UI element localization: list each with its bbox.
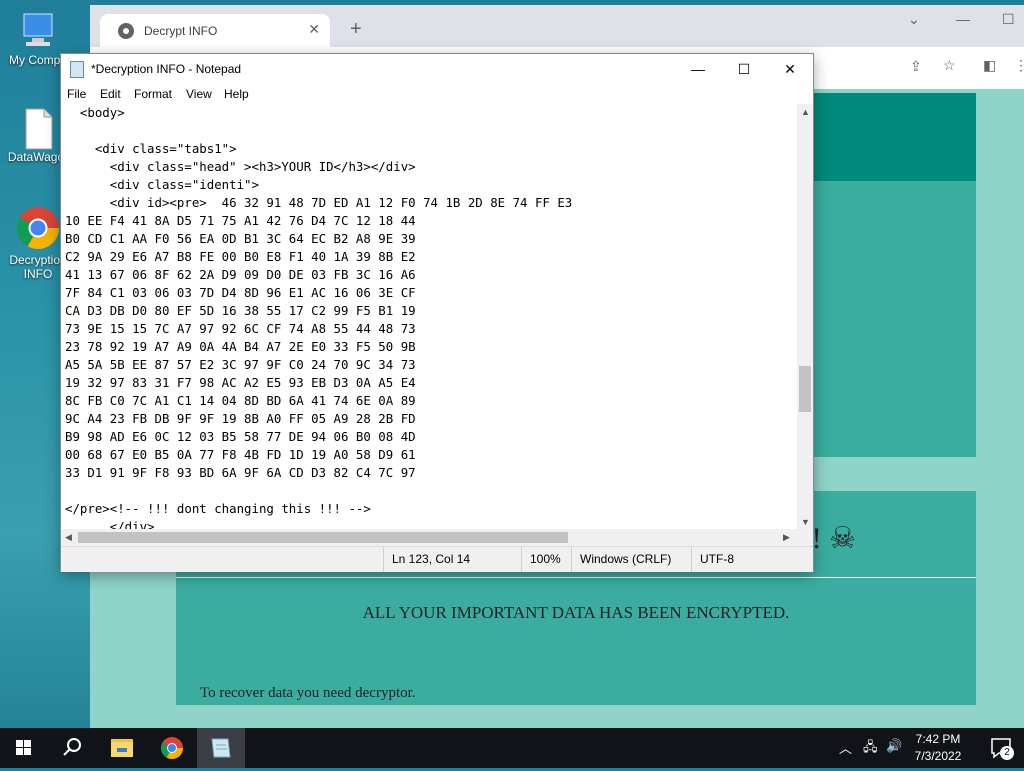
vertical-scrollbar[interactable]: ▲ ▼ (797, 104, 813, 529)
menu-bar: File Edit Format View Help (61, 84, 813, 104)
share-icon[interactable]: ⇪ (910, 58, 922, 75)
start-icon (16, 740, 31, 755)
status-position: Ln 123, Col 14 (383, 547, 522, 572)
file-explorer-icon (111, 739, 133, 757)
status-bar: Ln 123, Col 14 100% Windows (CRLF) UTF-8 (61, 546, 813, 572)
new-tab-icon[interactable]: + (350, 18, 362, 41)
desktop-icon-label: Decryption INFO (9, 253, 67, 281)
tab-title: Decrypt INFO (144, 24, 218, 38)
menu-edit[interactable]: Edit (100, 87, 121, 101)
text-editor[interactable]: <body> <div class="tabs1"> <div class="h… (61, 104, 797, 529)
favicon-icon (118, 23, 134, 39)
tab-search-icon[interactable]: ⌄ (908, 11, 920, 28)
maximize-button[interactable]: ☐ (721, 54, 767, 84)
search-icon (63, 738, 81, 756)
minimize-button[interactable]: — (675, 54, 721, 84)
editor-content[interactable]: <body> <div class="tabs1"> <div class="h… (61, 104, 797, 529)
clock-time: 7:42 PM (915, 732, 961, 746)
file-explorer-button[interactable] (98, 728, 146, 768)
status-zoom: 100% (521, 547, 572, 572)
menu-format[interactable]: Format (134, 87, 172, 101)
divider (176, 577, 976, 578)
notification-badge: 2 (1000, 746, 1014, 760)
clock[interactable]: 7:42 PM 7/3/2022 (900, 731, 976, 765)
notepad-titlebar[interactable]: *Decryption INFO - Notepad — ☐ ✕ (61, 54, 813, 84)
menu-file[interactable]: File (67, 87, 86, 101)
menu-view[interactable]: View (186, 87, 212, 101)
network-icon[interactable]: 🖧 (863, 738, 878, 760)
system-tray: ︿ 🖧 🔊 (836, 728, 902, 768)
chrome-button[interactable] (148, 728, 196, 768)
close-button[interactable]: ✕ (767, 54, 813, 84)
notepad-icon (211, 738, 231, 758)
status-encoding: UTF-8 (691, 547, 800, 572)
tray-overflow-icon[interactable]: ︿ (839, 738, 852, 757)
horizontal-scrollbar[interactable]: ◀ ▶ (61, 529, 797, 546)
taskbar: ︿ 🖧 🔊 7:42 PM 7/3/2022 2 (0, 728, 1024, 768)
maximize-icon[interactable]: ☐ (1002, 11, 1015, 28)
computer-icon (18, 10, 58, 50)
recover-text-cutoff (200, 703, 450, 709)
notepad-window: *Decryption INFO - Notepad — ☐ ✕ File Ed… (60, 53, 814, 572)
close-tab-icon[interactable]: ✕ (308, 21, 320, 38)
start-button[interactable] (0, 728, 48, 768)
horizontal-scroll-thumb[interactable] (78, 532, 568, 543)
status-line-ending: Windows (CRLF) (571, 547, 692, 572)
search-button[interactable] (48, 728, 96, 768)
chrome-icon (16, 206, 60, 250)
recover-text: To recover data you need decryptor. (200, 685, 416, 701)
chrome-icon (161, 737, 183, 759)
bookmark-star-icon[interactable]: ☆ (943, 57, 956, 74)
browser-tab[interactable]: Decrypt INFO ✕ (100, 14, 330, 47)
side-panel-icon[interactable]: ◧ (983, 57, 996, 74)
notepad-button[interactable] (197, 728, 245, 768)
tab-strip: Decrypt INFO ✕ + ⌄ — ☐ (90, 5, 1024, 47)
minimize-icon[interactable]: — (956, 11, 970, 27)
notifications-button[interactable]: 2 (980, 728, 1024, 768)
scroll-left-icon[interactable]: ◀ (65, 532, 72, 543)
encrypted-warning: ALL YOUR IMPORTANT DATA HAS BEEN ENCRYPT… (362, 603, 790, 622)
menu-icon[interactable]: ⋮ (1014, 57, 1024, 74)
window-title: *Decryption INFO - Notepad (91, 62, 242, 76)
scroll-down-icon[interactable]: ▼ (801, 517, 810, 527)
notepad-icon (70, 61, 84, 78)
scroll-corner (797, 529, 813, 546)
clock-date: 7/3/2022 (914, 749, 962, 763)
menu-help[interactable]: Help (224, 87, 249, 101)
file-icon (18, 107, 58, 150)
scroll-right-icon[interactable]: ▶ (783, 532, 790, 543)
scroll-up-icon[interactable]: ▲ (801, 107, 810, 117)
vertical-scroll-thumb[interactable] (799, 366, 811, 412)
